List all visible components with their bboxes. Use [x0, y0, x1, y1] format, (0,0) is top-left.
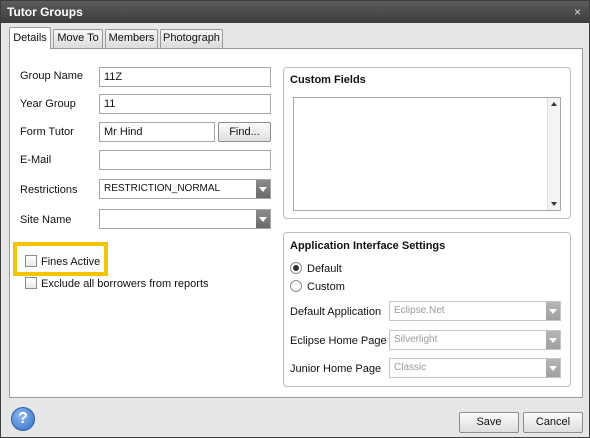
- chevron-down-icon[interactable]: [256, 210, 270, 228]
- form-tutor-input[interactable]: Mr Hind: [99, 122, 215, 142]
- restrictions-label: Restrictions: [20, 184, 78, 196]
- scroll-down-icon[interactable]: [551, 202, 557, 206]
- form-tutor-label: Form Tutor: [20, 126, 74, 138]
- site-name-label: Site Name: [20, 214, 72, 226]
- default-application-select[interactable]: Eclipse.Net: [389, 301, 561, 321]
- custom-fields-title: Custom Fields: [290, 74, 366, 86]
- default-radio[interactable]: [290, 262, 302, 274]
- year-group-input[interactable]: 11: [99, 94, 271, 114]
- app-interface-group: Application Interface Settings Default C…: [283, 232, 571, 387]
- app-interface-title: Application Interface Settings: [290, 240, 446, 252]
- find-button[interactable]: Find...: [218, 122, 271, 142]
- cancel-button[interactable]: Cancel: [523, 412, 583, 433]
- help-icon[interactable]: ?: [11, 407, 35, 431]
- custom-fields-group: Custom Fields: [283, 67, 571, 219]
- email-input[interactable]: [99, 150, 271, 170]
- site-name-select[interactable]: [99, 209, 271, 229]
- tab-photograph[interactable]: Photograph: [160, 29, 223, 48]
- eclipse-home-page-select[interactable]: Silverlight: [389, 330, 561, 350]
- junior-home-page-label: Junior Home Page: [290, 363, 382, 375]
- save-button[interactable]: Save: [459, 412, 519, 433]
- scroll-up-icon[interactable]: [551, 102, 557, 106]
- year-group-label: Year Group: [20, 98, 76, 110]
- title-bar: Tutor Groups ×: [1, 1, 589, 23]
- group-name-input[interactable]: 11Z: [99, 67, 271, 87]
- default-radio-label: Default: [307, 263, 342, 275]
- eclipse-home-page-value: Silverlight: [394, 334, 438, 345]
- junior-home-page-select[interactable]: Classic: [389, 358, 561, 378]
- custom-radio[interactable]: [290, 280, 302, 292]
- tab-move-to[interactable]: Move To: [53, 29, 103, 48]
- eclipse-home-page-label: Eclipse Home Page: [290, 335, 387, 347]
- custom-fields-textarea[interactable]: [293, 97, 561, 211]
- exclude-borrowers-label: Exclude all borrowers from reports: [41, 278, 209, 290]
- window-title: Tutor Groups: [7, 5, 83, 19]
- group-name-label: Group Name: [20, 70, 83, 82]
- default-application-value: Eclipse.Net: [394, 305, 445, 316]
- custom-radio-label: Custom: [307, 281, 345, 293]
- chevron-down-icon[interactable]: [546, 302, 560, 320]
- fines-active-highlight: [13, 242, 108, 276]
- chevron-down-icon[interactable]: [256, 180, 270, 198]
- junior-home-page-value: Classic: [394, 362, 427, 373]
- tab-members[interactable]: Members: [105, 29, 158, 48]
- tab-details[interactable]: Details: [9, 27, 51, 49]
- exclude-borrowers-checkbox[interactable]: [25, 277, 37, 289]
- restrictions-value: RESTRICTION_NORMAL: [104, 183, 221, 194]
- default-application-label: Default Application: [290, 306, 382, 318]
- chevron-down-icon[interactable]: [546, 331, 560, 349]
- close-icon[interactable]: ×: [574, 1, 581, 23]
- vertical-scrollbar[interactable]: [547, 98, 560, 210]
- email-label: E-Mail: [20, 154, 52, 166]
- restrictions-select[interactable]: RESTRICTION_NORMAL: [99, 179, 271, 199]
- tutor-groups-dialog: Tutor Groups × Details Move To Members P…: [0, 0, 590, 438]
- chevron-down-icon[interactable]: [546, 359, 560, 377]
